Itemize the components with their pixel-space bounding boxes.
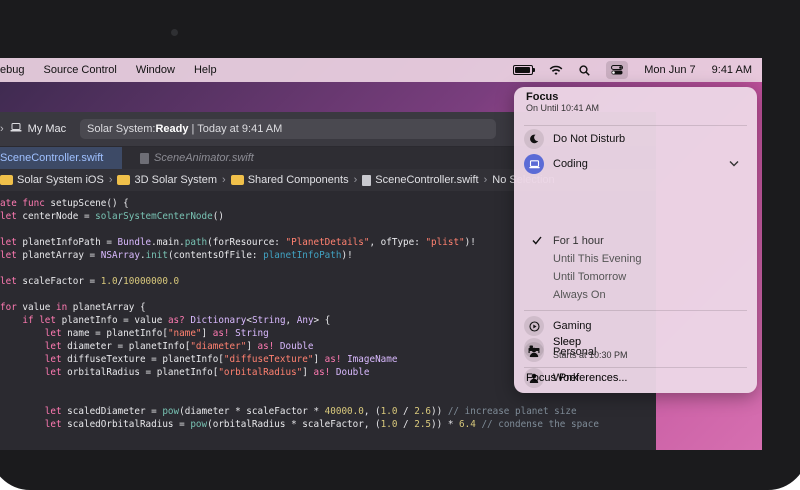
breadcrumb-separator: › (222, 174, 226, 186)
folder-icon (230, 175, 244, 185)
breadcrumb-separator: › (353, 174, 358, 186)
menu-time[interactable]: 9:41 AM (712, 64, 752, 76)
status-suffix: | Today at 9:41 AM (188, 123, 283, 135)
focus-sleep-schedule: Starts at 10:30 PM (553, 350, 628, 360)
folder-icon (117, 175, 131, 185)
code-line: ate func setupScene() { (0, 198, 129, 209)
breadcrumb-label: Shared Components (247, 174, 349, 186)
breadcrumb-separator: › (108, 174, 113, 186)
code-line: for value in planetArray { (0, 302, 146, 313)
bed-icon (524, 338, 544, 358)
wifi-icon[interactable] (549, 65, 563, 76)
breadcrumb-label: SceneController.swift (375, 174, 479, 186)
menu-window[interactable]: Window (136, 64, 175, 76)
breadcrumb-label: Solar System iOS (17, 174, 104, 186)
menu-help[interactable]: Help (194, 64, 217, 76)
focus-preferences-link[interactable]: Focus Preferences... (526, 372, 628, 384)
code-line: let diameter = planetInfo["diameter"] as… (44, 341, 314, 352)
breadcrumb-scene-controller[interactable]: SceneController.swift (362, 174, 479, 186)
run-destination[interactable]: › My Mac (0, 123, 66, 135)
tab-scene-animator[interactable]: SceneAnimator.swift (130, 147, 300, 169)
breadcrumb-label: 3D Solar System (134, 174, 218, 186)
focus-menu-extra: Sleep Starts at 10:30 PM Focus Preferenc… (514, 87, 757, 393)
breadcrumb-separator: › (483, 174, 488, 186)
search-icon[interactable] (579, 64, 590, 76)
menu-debug[interactable]: ebug (0, 64, 24, 76)
code-line: let scaleFactor = 1.0/10000000.0 (0, 276, 180, 287)
laptop-icon (10, 123, 22, 135)
divider (524, 367, 747, 368)
code-line: let scaledOrbitalRadius = pow(orbitalRad… (44, 419, 599, 430)
code-line: let diffuseTexture = planetInfo["diffuse… (44, 354, 398, 365)
status-prefix: Solar System: (87, 123, 156, 135)
focus-sleep-text: Sleep Starts at 10:30 PM (553, 336, 628, 360)
camera-icon (171, 29, 178, 36)
status-state: Ready (155, 123, 189, 135)
code-line: if let planetInfo = value as? Dictionary… (22, 315, 331, 326)
tab-label: SceneAnimator.swift (154, 152, 254, 164)
battery-icon[interactable] (513, 65, 536, 75)
breadcrumb-shared-components[interactable]: Shared Components (230, 174, 349, 186)
code-line: let centerNode = solarSystemCenterNode() (0, 211, 224, 222)
code-line: let orbitalRadius = planetInfo["orbitalR… (44, 367, 370, 378)
chevron-right-icon: › (0, 123, 4, 135)
activity-status: Solar System: Ready | Today at 9:41 AM (80, 119, 496, 139)
code-line: let scaledDiameter = pow(diameter * scal… (44, 406, 577, 417)
menu-bar: ebug Source Control Window Help Mon Jun … (0, 58, 762, 82)
menu-date[interactable]: Mon Jun 7 (644, 64, 695, 76)
code-line: let planetInfoPath = Bundle.main.path(fo… (0, 237, 476, 248)
code-line: let name = planetInfo["name"] as! String (44, 328, 269, 339)
tab-label: SceneController.swift (0, 152, 104, 164)
code-line: let planetArray = NSArray.init(contentsO… (0, 250, 353, 261)
breadcrumb-solar-system-ios[interactable]: Solar System iOS (0, 174, 104, 186)
swift-file-icon (362, 174, 372, 186)
menu-source-control[interactable]: Source Control (43, 64, 116, 76)
destination-label: My Mac (27, 123, 67, 135)
tab-scene-controller[interactable]: SceneController.swift (0, 147, 122, 169)
focus-label: Sleep (553, 336, 582, 348)
focus-sleep[interactable]: Sleep Starts at 10:30 PM (524, 336, 749, 360)
breadcrumb-3d-solar-system[interactable]: 3D Solar System (117, 174, 217, 186)
folder-icon (0, 175, 13, 185)
swift-file-icon (140, 152, 149, 164)
control-center-icon[interactable] (606, 61, 629, 79)
